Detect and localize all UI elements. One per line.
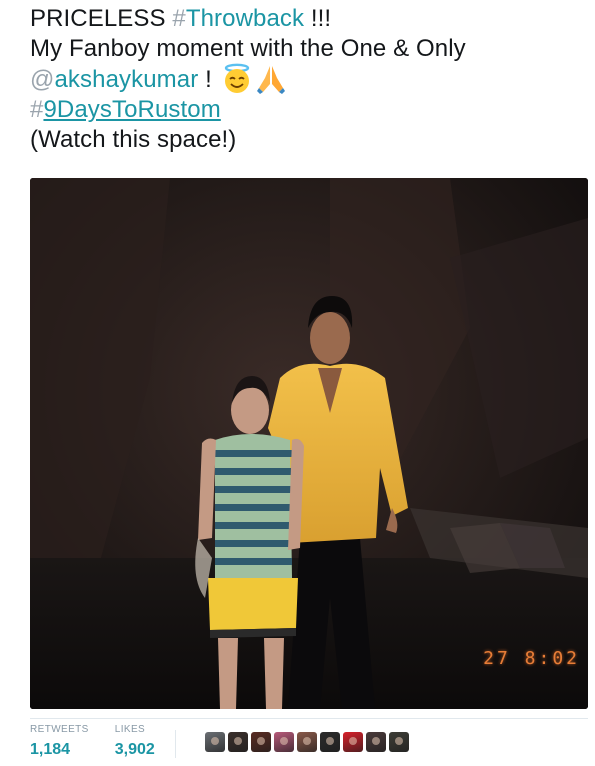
likes-label: LIKES [114, 724, 146, 735]
smiling-face-with-halo-icon [224, 63, 249, 93]
hashtag-text: Throwback [185, 5, 305, 32]
tweet-text-segment: !!! [304, 5, 332, 32]
mention-symbol: @ [30, 66, 55, 93]
liker-avatar[interactable] [389, 732, 409, 752]
tweet-photo[interactable]: 27 8:02 [30, 178, 588, 709]
stats-vertical-divider [175, 730, 176, 758]
mention-akshaykumar-link[interactable]: @akshaykumar [30, 66, 198, 93]
tweet-text: PRICELESS #Throwback !!! My Fanboy momen… [30, 4, 586, 154]
likes-stat[interactable]: LIKES 3,902 [115, 724, 155, 764]
likes-count: 3,902 [114, 741, 155, 758]
tweet-line-5: (Watch this space!) [30, 125, 237, 153]
liker-avatar[interactable] [251, 732, 271, 752]
tweet-text-segment: PRICELESS [30, 5, 173, 32]
stats-divider [30, 718, 588, 719]
hashtag-symbol: # [172, 5, 186, 32]
tweet-line-1: PRICELESS #Throwback !!! [30, 4, 586, 34]
photo-image [30, 178, 588, 709]
retweets-count: 1,184 [30, 741, 71, 758]
photo-date-stamp: 27 8:02 [483, 648, 580, 669]
tweet-stats: RETWEETS 1,184 LIKES 3,902 [30, 724, 181, 764]
tweet-line-4: #9DaysToRustom [30, 95, 586, 125]
liker-avatar[interactable] [343, 732, 363, 752]
liker-avatar[interactable] [320, 732, 340, 752]
liker-avatar[interactable] [297, 732, 317, 752]
hashtag-9daystorustom-link[interactable]: #9DaysToRustom [30, 96, 221, 123]
retweets-label: RETWEETS [30, 724, 89, 735]
liker-avatar[interactable] [228, 732, 248, 752]
mention-text: akshaykumar [54, 66, 199, 93]
hashtag-throwback-link[interactable]: #Throwback [172, 5, 304, 32]
liker-avatar[interactable] [205, 732, 225, 752]
liker-avatar[interactable] [366, 732, 386, 752]
hashtag-symbol: # [30, 96, 44, 123]
folded-hands-icon [256, 66, 285, 94]
liker-avatars [205, 732, 412, 752]
liker-avatar[interactable] [274, 732, 294, 752]
tweet-text-segment: ! [198, 66, 219, 93]
hashtag-text: 9DaysToRustom [43, 96, 221, 123]
tweet-line-3: @akshaykumar ! [30, 63, 586, 95]
retweets-stat[interactable]: RETWEETS 1,184 [30, 724, 89, 764]
tweet-line-2: My Fanboy moment with the One & Only [30, 34, 466, 62]
